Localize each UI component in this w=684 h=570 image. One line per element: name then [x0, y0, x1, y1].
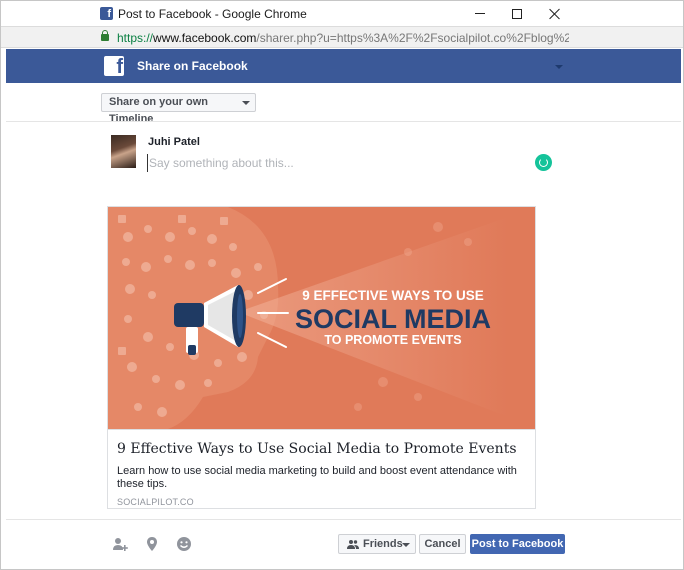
- close-icon: [549, 8, 561, 20]
- url-host: www.facebook.com: [153, 31, 257, 45]
- link-preview-description: Learn how to use social media marketing …: [117, 465, 517, 490]
- post-to-facebook-button[interactable]: Post to Facebook: [470, 534, 565, 554]
- link-preview-title[interactable]: 9 Effective Ways to Use Social Media to …: [117, 441, 517, 457]
- status-message-input[interactable]: [147, 154, 527, 172]
- location-pin-icon[interactable]: [144, 536, 160, 552]
- chevron-down-icon: [402, 543, 410, 547]
- privacy-audience-label: Friends: [363, 538, 403, 550]
- tag-people-icon[interactable]: [112, 536, 128, 552]
- author-name: Juhi Patel: [148, 136, 200, 148]
- window-title: Post to Facebook - Google Chrome: [118, 7, 307, 21]
- facebook-favicon-icon: f: [100, 7, 113, 20]
- dialog-title: Share on Facebook: [137, 59, 248, 73]
- url-path: /sharer.php?u=https%3A%2F%2Fsocialpilot.…: [256, 31, 569, 45]
- url-scheme: https://: [117, 31, 154, 45]
- title-bar: f Post to Facebook - Google Chrome: [1, 1, 683, 26]
- divider: [6, 121, 681, 122]
- banner-headline-line-2: SOCIAL MEDIA: [295, 304, 491, 334]
- divider: [6, 519, 681, 520]
- header-menu-chevron-down-icon[interactable]: [555, 65, 563, 69]
- link-preview-source: SOCIALPILOT.CO: [117, 497, 194, 507]
- minimize-button[interactable]: [461, 1, 499, 26]
- maximize-button[interactable]: [498, 1, 536, 26]
- banner-headline-line-3: TO PROMOTE EVENTS: [324, 333, 461, 347]
- maximize-icon: [512, 8, 522, 19]
- banner-headline-line-1: 9 EFFECTIVE WAYS TO USE: [302, 288, 484, 303]
- browser-window: f Post to Facebook - Google Chrome https…: [0, 0, 684, 570]
- cancel-button[interactable]: Cancel: [419, 534, 466, 554]
- facebook-logo-icon: f: [104, 56, 124, 76]
- avatar: [111, 135, 136, 168]
- address-bar[interactable]: https://www.facebook.com/sharer.php?u=ht…: [1, 26, 683, 48]
- url-text[interactable]: https://www.facebook.com/sharer.php?u=ht…: [117, 31, 569, 45]
- share-dialog-header: f Share on Facebook: [6, 49, 681, 83]
- chevron-down-icon: [242, 101, 250, 105]
- friends-icon: [347, 540, 359, 549]
- minimize-icon: [475, 13, 485, 14]
- privacy-audience-button[interactable]: Friends: [338, 534, 416, 554]
- grammarly-icon[interactable]: [535, 154, 552, 171]
- link-preview-card[interactable]: 9 EFFECTIVE WAYS TO USE SOCIAL MEDIA TO …: [107, 206, 536, 509]
- lock-icon: [101, 30, 109, 41]
- close-button[interactable]: [536, 1, 574, 26]
- megaphone-banner-illustration: 9 EFFECTIVE WAYS TO USE SOCIAL MEDIA TO …: [108, 207, 535, 429]
- link-preview-image: 9 EFFECTIVE WAYS TO USE SOCIAL MEDIA TO …: [108, 207, 535, 429]
- link-preview-text: 9 Effective Ways to Use Social Media to …: [108, 429, 535, 509]
- share-destination-dropdown[interactable]: Share on your own Timeline: [101, 93, 256, 125]
- feeling-smiley-icon[interactable]: [176, 536, 192, 552]
